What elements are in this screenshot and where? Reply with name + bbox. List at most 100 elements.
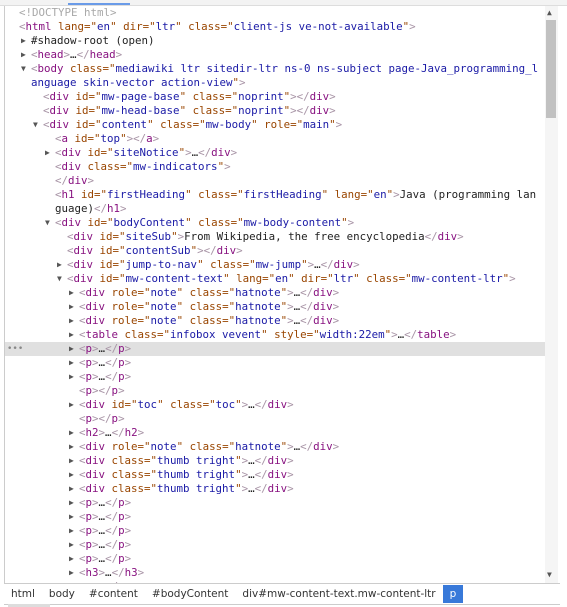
dom-node-row[interactable]: ▶ <div role="note" class="hatnote">…</div… xyxy=(5,440,545,454)
dom-node-row[interactable]: ▶ <div role="note" class="hatnote">…</div… xyxy=(5,286,545,300)
dom-node-row[interactable]: ▶ #shadow-root (open) xyxy=(5,34,545,48)
tag-bracket: > xyxy=(152,132,160,145)
triangle-down-icon[interactable]: ▼ xyxy=(21,62,26,76)
triangle-right-icon[interactable]: ▶ xyxy=(69,286,74,300)
attribute-value: en xyxy=(373,188,387,201)
triangle-right-icon[interactable]: ▶ xyxy=(69,440,74,454)
triangle-down-icon[interactable]: ▼ xyxy=(57,272,62,286)
dom-node-row[interactable]: ▶<p>…</p> xyxy=(5,356,545,370)
dom-node-row[interactable]: ▼ <div id="content" class="mw-body" role=… xyxy=(5,118,545,132)
dom-node-row[interactable]: </div> xyxy=(5,174,545,188)
triangle-right-icon[interactable]: ▶ xyxy=(69,482,74,496)
dom-node-row[interactable]: ▶ <div class="thumb tright">…</div> xyxy=(5,454,545,468)
dom-node-row[interactable]: ▶<p>…</p> xyxy=(5,524,545,538)
dom-node-row[interactable]: <!DOCTYPE html> xyxy=(5,6,545,20)
attribute-name: id=" xyxy=(74,188,108,201)
dom-node-row[interactable]: ▶ <div class="thumb tright">…</div> xyxy=(5,482,545,496)
dom-node-row[interactable]: ▶ <head>…</head> xyxy=(5,48,545,62)
dom-node-row[interactable]: ▶ <div class="thumb tright">…</div> xyxy=(5,468,545,482)
dom-node-row[interactable]: <h1 id="firstHeading" class="firstHeadin… xyxy=(5,188,545,216)
tag-name: head xyxy=(37,48,64,61)
scroll-up-arrow-icon[interactable]: ▲ xyxy=(547,8,552,17)
dom-node-row[interactable]: ▼ <div id="mw-content-text" lang="en" dir… xyxy=(5,272,545,286)
scroll-down-arrow-icon[interactable]: ▼ xyxy=(547,570,552,579)
dom-node-row[interactable]: <div id="contentSub"></div> xyxy=(5,244,545,258)
dom-node-row[interactable]: ▼ <div id="bodyContent" class="mw-body-co… xyxy=(5,216,545,230)
node-actions-ellipsis-icon[interactable]: ••• xyxy=(7,342,23,356)
triangle-right-icon[interactable]: ▶ xyxy=(69,566,74,580)
triangle-right-icon[interactable]: ▶ xyxy=(69,398,74,412)
tag-name: table xyxy=(417,328,450,341)
breadcrumb-item[interactable]: html xyxy=(4,585,42,603)
triangle-right-icon[interactable]: ▶ xyxy=(45,146,50,160)
vertical-scrollbar[interactable]: ▲ ▼ xyxy=(545,6,558,583)
tag-name: h2 xyxy=(124,426,138,439)
dom-node-row[interactable]: <html lang="en" dir="ltr" class="client-… xyxy=(5,20,545,34)
attribute-value: content xyxy=(101,118,148,131)
dom-node-row[interactable]: ▶ <h2>…</h2> xyxy=(5,426,545,440)
tag-bracket: > xyxy=(124,370,132,383)
dom-node-row[interactable]: <div id="mw-head-base" class="noprint"><… xyxy=(5,104,545,118)
attribute-value: main xyxy=(303,118,330,131)
triangle-right-icon[interactable]: ▶ xyxy=(21,48,26,62)
triangle-right-icon[interactable]: ▶ xyxy=(69,468,74,482)
triangle-right-icon[interactable]: ▶ xyxy=(69,510,74,524)
triangle-right-icon[interactable]: ▶ xyxy=(69,426,74,440)
dom-node-row[interactable]: <a id="top"></a> xyxy=(5,132,545,146)
tag-bracket: </ xyxy=(111,566,125,579)
triangle-down-icon[interactable]: ▼ xyxy=(33,118,38,132)
scrollbar-thumb[interactable] xyxy=(546,20,556,118)
attribute-value: infobox vevent xyxy=(170,328,262,341)
attribute-name: class=" xyxy=(63,62,116,75)
breadcrumb-item[interactable]: body xyxy=(42,585,82,603)
dom-node-row[interactable]: ▶ <div role="note" class="hatnote">…</div… xyxy=(5,314,545,328)
dom-node-row[interactable]: ▶<p>…</p> xyxy=(5,496,545,510)
triangle-right-icon[interactable]: ▶ xyxy=(57,258,62,272)
triangle-right-icon[interactable]: ▶ xyxy=(21,34,26,48)
tag-bracket: </ xyxy=(300,300,314,313)
breadcrumb-item[interactable]: #bodyContent xyxy=(145,585,236,603)
dom-node-row[interactable]: <div id="mw-page-base" class="noprint"><… xyxy=(5,90,545,104)
dom-node-row[interactable]: <div class="mw-indicators"> xyxy=(5,160,545,174)
tag-bracket: </ xyxy=(424,230,438,243)
elements-dom-tree[interactable]: <!DOCTYPE html> <html lang="en" dir="ltr"… xyxy=(4,6,545,583)
attribute-value: client-js ve-not-available xyxy=(233,20,403,33)
dom-node-row[interactable]: <div id="siteSub">From Wikipedia, the fr… xyxy=(5,230,545,244)
active-tab-indicator[interactable] xyxy=(68,3,130,5)
triangle-down-icon[interactable]: ▼ xyxy=(45,216,50,230)
triangle-right-icon[interactable]: ▶ xyxy=(69,524,74,538)
dom-node-row[interactable]: ▼ <body class="mediawiki ltr sitedir-ltr … xyxy=(5,62,545,90)
triangle-right-icon[interactable]: ▶ xyxy=(69,356,74,370)
triangle-right-icon[interactable]: ▶ xyxy=(69,552,74,566)
triangle-right-icon[interactable]: ▶ xyxy=(69,454,74,468)
attribute-name: id=" xyxy=(68,132,101,145)
breadcrumb-item[interactable]: div#mw-content-text.mw-content-ltr xyxy=(235,585,442,603)
dom-node-row[interactable]: ▶<p>…</p> xyxy=(5,510,545,524)
triangle-right-icon[interactable]: ▶ xyxy=(69,300,74,314)
dom-node-row[interactable]: ▶<p>…</p> xyxy=(5,370,545,384)
tag-bracket: > xyxy=(124,496,132,509)
triangle-right-icon[interactable]: ▶ xyxy=(69,342,74,356)
triangle-right-icon[interactable]: ▶ xyxy=(69,538,74,552)
dom-node-row[interactable]: ▶ <div id="toc" class="toc">…</div> xyxy=(5,398,545,412)
triangle-right-icon[interactable]: ▶ xyxy=(69,370,74,384)
dom-node-row-selected[interactable]: ••• ▶ <p>…</p> xyxy=(5,342,545,356)
tag-name: div xyxy=(85,314,106,327)
triangle-right-icon[interactable]: ▶ xyxy=(69,328,74,342)
tag-bracket: ></ xyxy=(92,384,112,397)
breadcrumb-item[interactable]: #content xyxy=(82,585,145,603)
tag-name: div xyxy=(309,104,330,117)
triangle-right-icon[interactable]: ▶ xyxy=(69,496,74,510)
dom-node-row[interactable]: ▶ <div role="note" class="hatnote">…</div… xyxy=(5,300,545,314)
dom-node-row[interactable]: <p></p> xyxy=(5,412,545,426)
dom-node-row[interactable]: ▶ <div id="siteNotice">…</div> xyxy=(5,146,545,160)
dom-node-row[interactable]: ▶<p>…</p> xyxy=(5,552,545,566)
breadcrumb-item[interactable]: p xyxy=(442,585,464,603)
dom-node-row[interactable]: ▶ <div id="jump-to-nav" class="mw-jump">…… xyxy=(5,258,545,272)
dom-node-row[interactable]: ▶ <table class="infobox vevent" style="wi… xyxy=(5,328,545,342)
attribute-name: id=" xyxy=(93,258,126,271)
dom-node-row[interactable]: ▶ <h3>…</h3> xyxy=(5,566,545,580)
dom-node-row[interactable]: ▶<p>…</p> xyxy=(5,538,545,552)
dom-node-row[interactable]: <p></p> xyxy=(5,384,545,398)
triangle-right-icon[interactable]: ▶ xyxy=(69,314,74,328)
